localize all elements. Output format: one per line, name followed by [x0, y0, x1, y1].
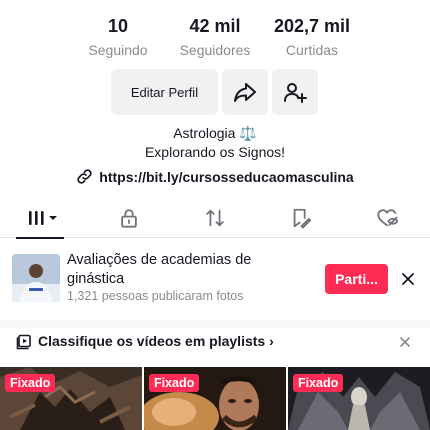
stat-value: 42 mil	[189, 16, 241, 36]
video-grid: Fixado Fixado Fixado	[0, 367, 430, 430]
edit-profile-button[interactable]: Editar Perfil	[111, 69, 218, 115]
share-arrow-icon	[234, 83, 256, 102]
bio-link[interactable]: https://bit.ly/cursosseducaomasculina	[0, 168, 430, 185]
profile-tabs	[0, 198, 430, 239]
video-thumbnail[interactable]: Fixado	[288, 367, 430, 430]
add-friend-button[interactable]	[272, 69, 318, 115]
bio-line-1: Astrologia ⚖️	[173, 125, 257, 141]
promo-title: Avaliações de academias de ginástica	[67, 252, 252, 287]
tab-videos[interactable]	[0, 198, 86, 239]
playlist-prompt[interactable]: Classifique os vídeos em playlists ›	[0, 332, 430, 352]
pinned-badge: Fixado	[293, 374, 344, 392]
promo-subtitle: 1,321 pessoas publicaram fotos	[67, 289, 244, 303]
bookmark-icon	[293, 208, 312, 229]
close-icon[interactable]	[400, 271, 416, 287]
section-divider	[0, 320, 430, 328]
bio-link-text: https://bit.ly/cursosseducaomasculina	[99, 168, 354, 185]
profile-bio: Astrologia ⚖️ Explorando os Signos!	[0, 124, 430, 162]
pinned-badge: Fixado	[5, 374, 56, 392]
profile-stats: 10 Seguindo 42 mil Seguidores 202,7 mil …	[0, 14, 430, 60]
chevron-right-icon: ›	[269, 333, 274, 349]
playlist-icon	[16, 334, 31, 350]
participate-button[interactable]: Parti...	[325, 264, 388, 294]
playlist-prompt-text: Classifique os vídeos em playlists ›	[38, 333, 274, 349]
video-thumbnail[interactable]: Fixado	[144, 367, 286, 430]
lock-icon	[121, 209, 137, 228]
link-icon	[77, 169, 92, 184]
share-profile-button[interactable]	[222, 69, 268, 115]
grid-bars-icon	[29, 211, 57, 225]
stat-value: 10	[107, 16, 129, 36]
bio-line-2: Explorando os Signos!	[144, 144, 286, 160]
stat-value: 202,7 mil	[273, 16, 351, 36]
promo-card: Avaliações de academias de ginástica 1,3…	[0, 245, 430, 313]
tab-liked[interactable]	[344, 198, 430, 238]
add-friend-icon	[284, 83, 307, 103]
tab-reposts[interactable]	[172, 198, 258, 238]
tab-private[interactable]	[86, 198, 172, 238]
stat-followers[interactable]: 42 mil Seguidores	[160, 14, 270, 60]
repost-icon	[206, 209, 224, 227]
promo-thumbnail	[12, 254, 60, 302]
close-icon[interactable]	[400, 337, 410, 347]
tab-favorites[interactable]	[258, 198, 344, 238]
active-tab-indicator	[16, 237, 64, 239]
stat-label: Seguidores	[179, 42, 251, 58]
heart-hidden-icon	[377, 209, 398, 227]
stat-label: Curtidas	[285, 42, 339, 58]
pinned-badge: Fixado	[149, 374, 200, 392]
stat-likes[interactable]: 202,7 mil Curtidas	[257, 14, 367, 60]
stat-label: Seguindo	[88, 42, 148, 58]
video-thumbnail[interactable]: Fixado	[0, 367, 142, 430]
stat-following[interactable]: 10 Seguindo	[63, 14, 173, 60]
